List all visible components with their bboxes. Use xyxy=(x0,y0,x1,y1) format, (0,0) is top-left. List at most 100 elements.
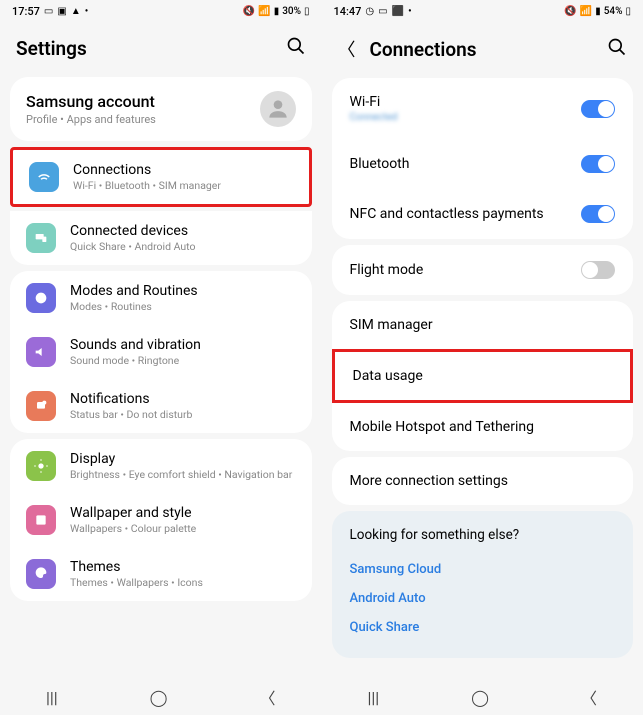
sound-icon xyxy=(26,337,56,367)
back-button[interactable]: 〈 xyxy=(260,685,276,709)
image-icon: ▣ xyxy=(57,6,66,17)
recents-button[interactable]: ||| xyxy=(46,688,58,707)
page-title: Connections xyxy=(370,38,608,61)
mobile-hotspot-item[interactable]: Mobile Hotspot and Tethering xyxy=(332,403,634,451)
data-usage-item[interactable]: Data usage xyxy=(332,349,634,403)
wallpaper-style-item[interactable]: Wallpaper and style Wallpapers • Colour … xyxy=(10,493,312,547)
account-title: Samsung account xyxy=(26,92,260,111)
account-sub: Profile • Apps and features xyxy=(26,113,260,126)
item-label: Mobile Hotspot and Tethering xyxy=(350,419,616,435)
item-sub: Themes • Wallpapers • Icons xyxy=(70,576,296,589)
flight-mode-toggle[interactable] xyxy=(581,261,615,279)
signal-icon: ▮ xyxy=(595,6,601,17)
sounds-vibration-item[interactable]: Sounds and vibration Sound mode • Ringto… xyxy=(10,325,312,379)
themes-item[interactable]: Themes Themes • Wallpapers • Icons xyxy=(10,547,312,601)
search-icon[interactable] xyxy=(286,36,306,61)
notif-icon: ▭ xyxy=(44,6,53,17)
home-button[interactable]: ◯ xyxy=(471,688,489,707)
nfc-item[interactable]: NFC and contactless payments xyxy=(332,189,634,239)
item-title: Notifications xyxy=(70,391,296,407)
item-sub: Sound mode • Ringtone xyxy=(70,354,296,367)
display-icon xyxy=(26,451,56,481)
sim-manager-item[interactable]: SIM manager xyxy=(332,301,634,349)
item-label: Data usage xyxy=(353,368,613,384)
notifications-item[interactable]: Notifications Status bar • Do not distur… xyxy=(10,379,312,433)
item-sub: Wi-Fi • Bluetooth • SIM manager xyxy=(73,179,293,192)
item-sub: Quick Share • Android Auto xyxy=(70,240,296,253)
dot-icon: • xyxy=(408,6,412,17)
help-link-samsung-cloud[interactable]: Samsung Cloud xyxy=(350,555,616,584)
page-title: Settings xyxy=(16,37,286,60)
item-title: Modes and Routines xyxy=(70,283,296,299)
item-title: Themes xyxy=(70,559,296,575)
connections-item[interactable]: Connections Wi-Fi • Bluetooth • SIM mana… xyxy=(13,150,309,204)
search-icon[interactable] xyxy=(607,37,627,62)
item-label: Bluetooth xyxy=(350,156,582,172)
item-sub: Modes • Routines xyxy=(70,300,296,313)
connections-group: Connections Wi-Fi • Bluetooth • SIM mana… xyxy=(10,147,312,207)
item-label: Flight mode xyxy=(350,262,582,278)
shield-icon: ⬛ xyxy=(392,6,404,17)
mute-icon: 🔇 xyxy=(564,6,576,17)
display-item[interactable]: Display Brightness • Eye comfort shield … xyxy=(10,439,312,493)
samsung-account-card[interactable]: Samsung account Profile • Apps and featu… xyxy=(10,77,312,141)
item-label: NFC and contactless payments xyxy=(350,206,582,222)
item-title: Connected devices xyxy=(70,223,296,239)
item-label: More connection settings xyxy=(350,473,616,489)
item-sub: Brightness • Eye comfort shield • Naviga… xyxy=(70,468,296,481)
settings-screen: 17:57 ▭ ▣ ▲ • 🔇 📶 ▮ 30% ▯ Settings Samsu… xyxy=(0,0,322,715)
item-label: Wi-Fi xyxy=(350,94,582,110)
nav-bar: ||| ◯ 〈 xyxy=(322,679,643,715)
item-title: Wallpaper and style xyxy=(70,505,296,521)
modes-routines-item[interactable]: Modes and Routines Modes • Routines xyxy=(10,271,312,325)
status-time: 17:57 xyxy=(12,5,40,18)
flight-mode-item[interactable]: Flight mode xyxy=(332,245,634,295)
wifi-item[interactable]: Wi-Fi Connected xyxy=(332,78,634,139)
status-bar: 14:47 ◷ ▭ ⬛ • 🔇 📶 ▮ 54% ▯ xyxy=(322,0,643,22)
wifi-icon: 📶 xyxy=(258,6,270,17)
recents-button[interactable]: ||| xyxy=(367,688,379,707)
help-link-quick-share[interactable]: Quick Share xyxy=(350,613,616,642)
modes-icon xyxy=(26,283,56,313)
help-link-android-auto[interactable]: Android Auto xyxy=(350,584,616,613)
devices-icon xyxy=(26,223,56,253)
item-sub: Wallpapers • Colour palette xyxy=(70,522,296,535)
battery-pct: 54% xyxy=(604,6,623,17)
item-title: Sounds and vibration xyxy=(70,337,296,353)
battery-pct: 30% xyxy=(282,6,301,17)
wifi-icon: 📶 xyxy=(580,6,592,17)
bluetooth-toggle[interactable] xyxy=(581,155,615,173)
header: Settings xyxy=(0,22,322,71)
themes-icon xyxy=(26,559,56,589)
signal-icon: ▮ xyxy=(274,6,280,17)
settings-list[interactable]: Samsung account Profile • Apps and featu… xyxy=(0,71,322,679)
battery-icon: ▯ xyxy=(625,6,631,17)
help-title: Looking for something else? xyxy=(350,527,616,543)
warning-icon: ▲ xyxy=(71,6,81,17)
wallpaper-icon xyxy=(26,505,56,535)
notif-icon: ▭ xyxy=(378,6,387,17)
more-connection-settings-item[interactable]: More connection settings xyxy=(332,457,634,505)
home-button[interactable]: ◯ xyxy=(150,688,168,707)
status-bar: 17:57 ▭ ▣ ▲ • 🔇 📶 ▮ 30% ▯ xyxy=(0,0,322,22)
mute-icon: 🔇 xyxy=(243,6,255,17)
wifi-network-name: Connected xyxy=(350,112,582,123)
header: 〈 Connections xyxy=(322,22,643,72)
clock-icon: ◷ xyxy=(365,6,374,17)
connections-list[interactable]: Wi-Fi Connected Bluetooth NFC and contac… xyxy=(322,72,643,679)
help-card: Looking for something else? Samsung Clou… xyxy=(332,511,634,658)
dot-icon: • xyxy=(85,6,89,17)
notif-icon xyxy=(26,391,56,421)
bluetooth-item[interactable]: Bluetooth xyxy=(332,139,634,189)
back-icon[interactable]: 〈 xyxy=(338,36,356,62)
item-sub: Status bar • Do not disturb xyxy=(70,408,296,421)
item-label: SIM manager xyxy=(350,317,616,333)
connected-devices-item[interactable]: Connected devices Quick Share • Android … xyxy=(10,211,312,265)
item-title: Display xyxy=(70,451,296,467)
avatar-icon[interactable] xyxy=(260,91,296,127)
wifi-toggle[interactable] xyxy=(581,100,615,118)
status-time: 14:47 xyxy=(334,5,362,18)
back-button[interactable]: 〈 xyxy=(581,685,597,709)
item-title: Connections xyxy=(73,162,293,178)
nfc-toggle[interactable] xyxy=(581,205,615,223)
